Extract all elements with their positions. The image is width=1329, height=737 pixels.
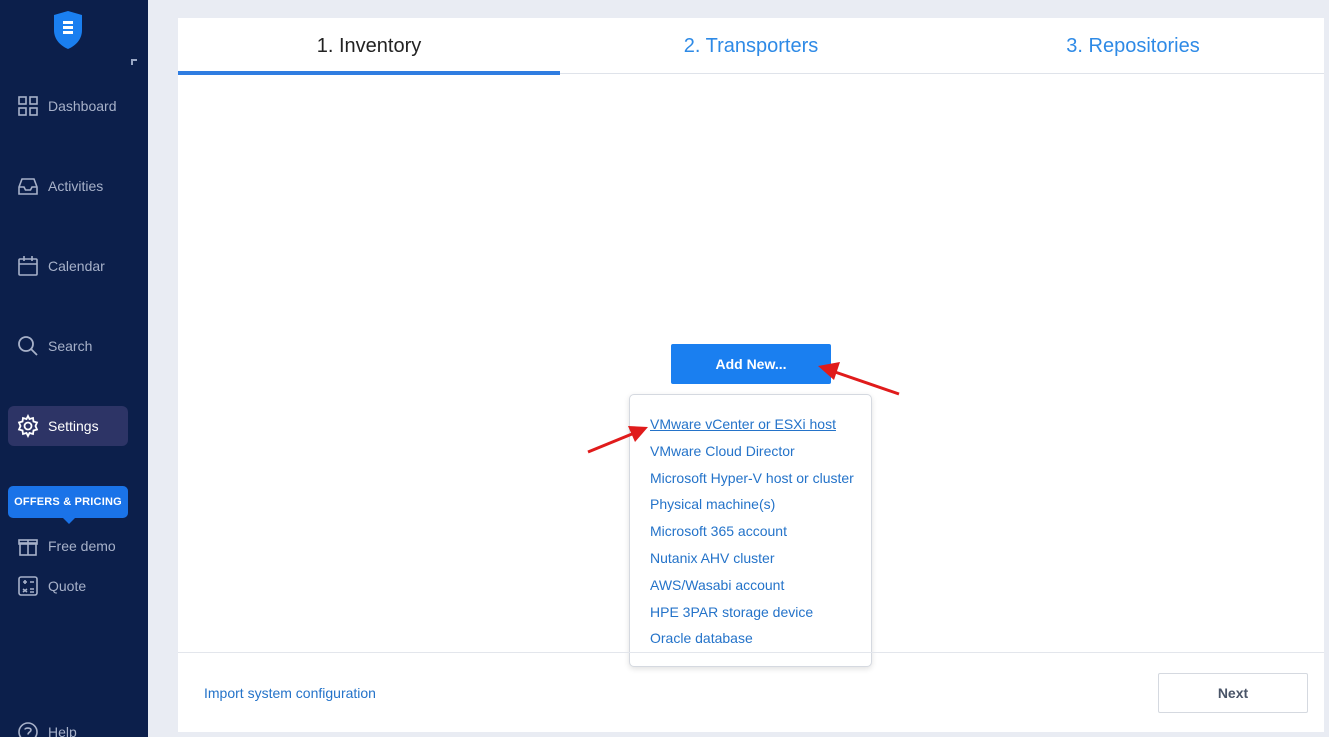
calendar-icon	[16, 254, 40, 278]
tab-transporters[interactable]: 2. Transporters	[560, 18, 942, 74]
sidebar-item-label: Dashboard	[48, 98, 117, 114]
sidebar-item-activities[interactable]: Activities	[8, 166, 128, 206]
wizard-tabs: 1. Inventory 2. Transporters 3. Reposito…	[178, 18, 1324, 75]
sidebar-item-label: Search	[48, 338, 93, 354]
gear-icon	[16, 414, 40, 438]
sidebar-item-label: Help	[48, 724, 77, 737]
help-icon	[16, 720, 40, 737]
import-system-configuration-link[interactable]: Import system configuration	[204, 685, 376, 701]
footer-divider	[178, 652, 1324, 653]
main-panel: 1. Inventory 2. Transporters 3. Reposito…	[178, 18, 1324, 732]
calculator-icon	[16, 574, 40, 598]
sidebar-item-label: Activities	[48, 178, 104, 194]
sidebar-item-label: Settings	[48, 418, 99, 434]
next-button[interactable]: Next	[1158, 673, 1308, 713]
sidebar-item-calendar[interactable]: Calendar	[8, 246, 128, 286]
logo-shield-icon[interactable]	[52, 10, 84, 50]
menu-item-vmware-vcenter[interactable]: VMware vCenter or ESXi host	[630, 411, 871, 438]
sidebar-item-search[interactable]: Search	[8, 326, 128, 366]
offers-pricing-badge[interactable]: OFFERS & PRICING	[8, 486, 128, 524]
add-new-button[interactable]: Add New...	[671, 344, 831, 384]
sidebar: Dashboard Activities Calendar Search Set…	[0, 0, 148, 737]
sidebar-item-quote[interactable]: Quote	[8, 566, 128, 606]
sidebar-item-label: Calendar	[48, 258, 105, 274]
sidebar-item-label: Free demo	[48, 538, 116, 554]
add-new-dropdown-menu: VMware vCenter or ESXi host VMware Cloud…	[629, 394, 872, 667]
menu-item-vmware-cloud-director[interactable]: VMware Cloud Director	[630, 438, 871, 465]
menu-item-hyper-v[interactable]: Microsoft Hyper-V host or cluster	[630, 465, 871, 492]
collapse-sidebar-icon[interactable]	[131, 59, 137, 65]
search-icon	[16, 334, 40, 358]
inbox-tray-icon	[16, 174, 40, 198]
tab-repositories[interactable]: 3. Repositories	[942, 18, 1324, 74]
tab-inventory[interactable]: 1. Inventory	[178, 18, 560, 75]
menu-item-microsoft-365[interactable]: Microsoft 365 account	[630, 518, 871, 545]
menu-item-physical-machines[interactable]: Physical machine(s)	[630, 491, 871, 518]
menu-item-oracle-database[interactable]: Oracle database	[630, 625, 871, 652]
sidebar-item-label: Quote	[48, 578, 87, 594]
menu-item-nutanix-ahv[interactable]: Nutanix AHV cluster	[630, 545, 871, 572]
sidebar-item-dashboard[interactable]: Dashboard	[8, 86, 128, 126]
gift-icon	[16, 534, 40, 558]
sidebar-item-help[interactable]: Help	[8, 712, 128, 737]
menu-item-hpe-3par[interactable]: HPE 3PAR storage device	[630, 599, 871, 626]
sidebar-item-settings[interactable]: Settings	[8, 406, 128, 446]
dashboard-grid-icon	[16, 94, 40, 118]
menu-item-aws-wasabi[interactable]: AWS/Wasabi account	[630, 572, 871, 599]
sidebar-item-free-demo[interactable]: Free demo	[8, 526, 128, 566]
